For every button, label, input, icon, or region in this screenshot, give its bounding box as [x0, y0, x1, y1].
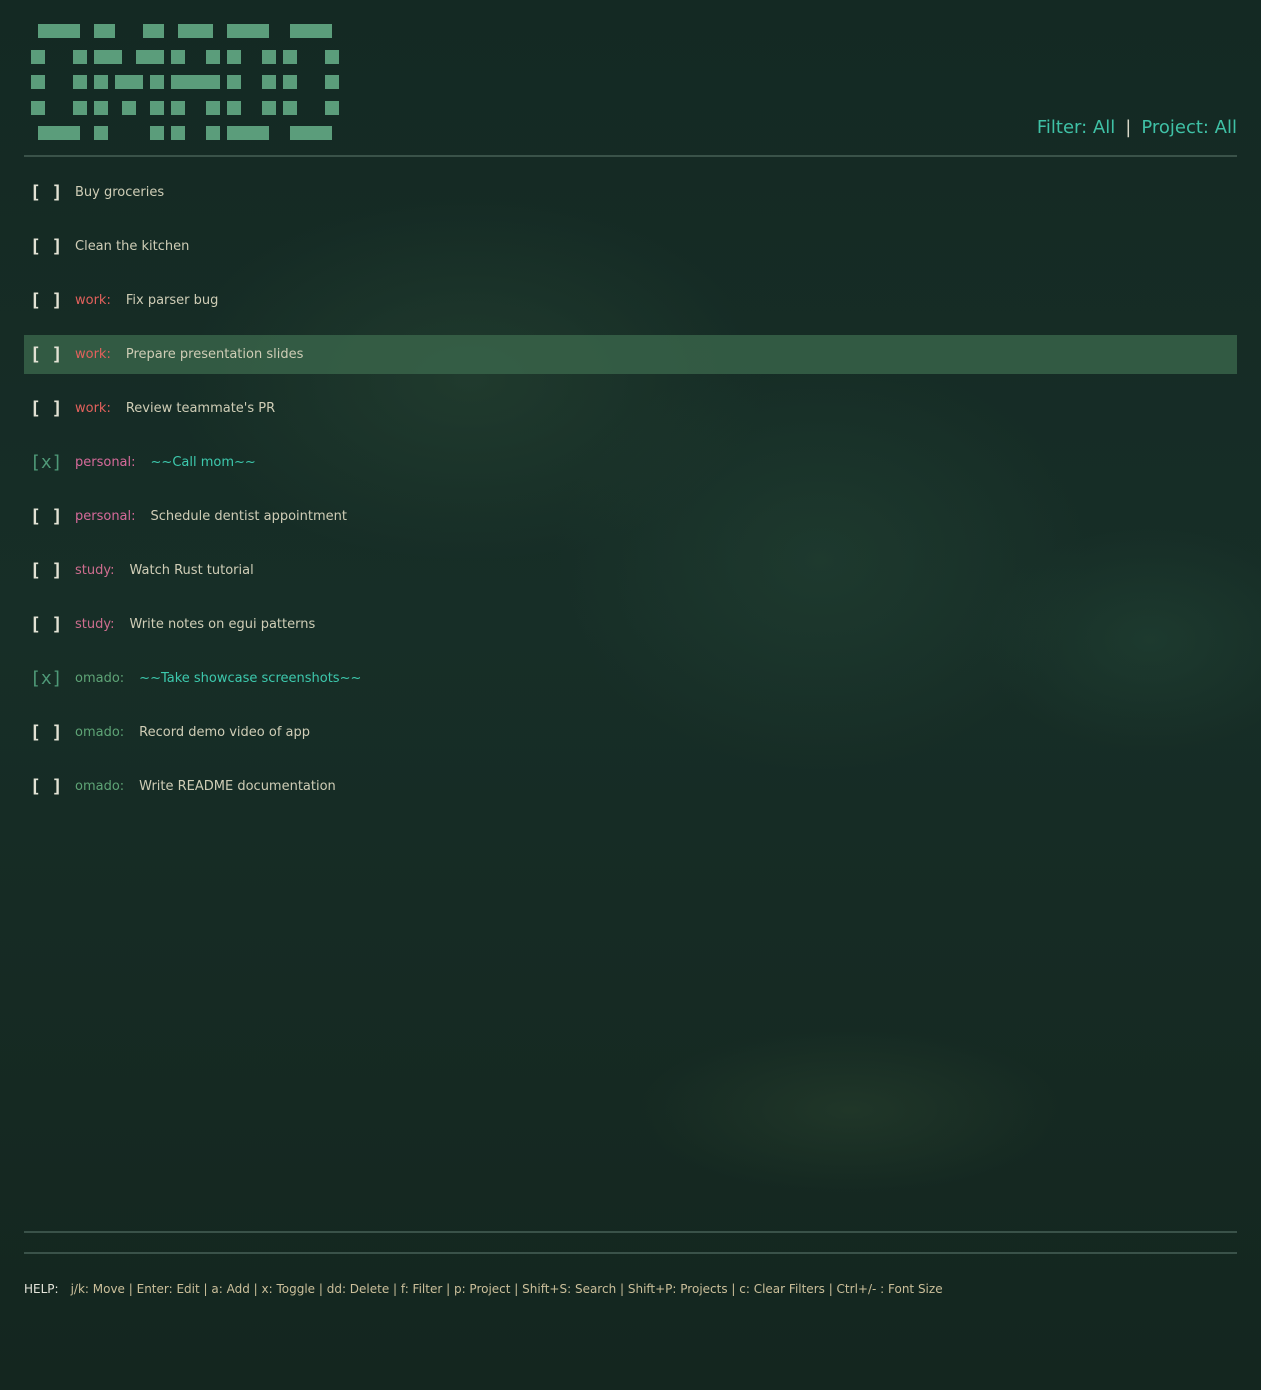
task-row[interactable]: [ ] omado: Record demo video of app	[24, 713, 1237, 752]
footer-divider-bottom	[24, 1252, 1237, 1254]
task-checkbox[interactable]: [ ]	[24, 182, 73, 203]
task-checkbox[interactable]: [ ]	[24, 344, 73, 365]
project-indicator[interactable]: Project: All	[1141, 117, 1237, 138]
task-checkbox[interactable]: [ ]	[24, 290, 73, 311]
task-row[interactable]: [x] personal: ~~Call mom~~	[24, 443, 1237, 482]
help-bar: HELP: j/k: Move | Enter: Edit | a: Add | …	[24, 1282, 943, 1296]
task-title: Buy groceries	[75, 185, 165, 200]
task-project: work:	[75, 347, 111, 362]
task-row[interactable]: [ ] study: Watch Rust tutorial	[24, 551, 1237, 590]
task-row[interactable]: [ ] personal: Schedule dentist appointment	[24, 497, 1237, 536]
task-row[interactable]: [x] omado: ~~Take showcase screenshots~~	[24, 659, 1237, 698]
task-row[interactable]: [ ] study: Write notes on egui patterns	[24, 605, 1237, 644]
help-shortcuts: j/k: Move | Enter: Edit | a: Add | x: To…	[70, 1282, 943, 1296]
task-title: Review teammate's PR	[125, 401, 276, 416]
task-title: Schedule dentist appointment	[150, 509, 347, 524]
task-checkbox[interactable]: [ ]	[24, 722, 73, 743]
task-project: personal:	[75, 509, 136, 524]
task-row[interactable]: [ ] work: Review teammate's PR	[24, 389, 1237, 428]
task-row[interactable]: [ ] work: Prepare presentation slides	[24, 335, 1237, 374]
task-title: Prepare presentation slides	[125, 347, 304, 362]
task-title: Write README documentation	[139, 779, 336, 794]
footer-divider-top	[24, 1231, 1237, 1233]
task-project: omado:	[75, 725, 125, 740]
filter-status: Filter: All | Project: All	[1037, 117, 1237, 138]
task-title: Fix parser bug	[125, 293, 219, 308]
task-checkbox[interactable]: [ ]	[24, 776, 73, 797]
task-checkbox[interactable]: [x]	[24, 668, 73, 689]
task-checkbox[interactable]: [x]	[24, 452, 73, 473]
task-title: ~~Take showcase screenshots~~	[139, 671, 362, 686]
task-checkbox[interactable]: [ ]	[24, 614, 73, 635]
task-row[interactable]: [ ] Clean the kitchen	[24, 227, 1237, 266]
header-divider	[24, 155, 1237, 157]
task-project: personal:	[75, 455, 136, 470]
task-checkbox[interactable]: [ ]	[24, 506, 73, 527]
task-project: omado:	[75, 671, 125, 686]
task-title: Watch Rust tutorial	[129, 563, 254, 578]
task-title: ~~Call mom~~	[150, 455, 256, 470]
task-row[interactable]: [ ] Buy groceries	[24, 173, 1237, 212]
filter-separator: |	[1125, 117, 1132, 138]
task-checkbox[interactable]: [ ]	[24, 236, 73, 257]
help-label: HELP:	[24, 1282, 59, 1296]
omado-logo	[31, 24, 339, 140]
task-title: Clean the kitchen	[75, 239, 190, 254]
task-project: work:	[75, 401, 111, 416]
task-checkbox[interactable]: [ ]	[24, 560, 73, 581]
filter-indicator[interactable]: Filter: All	[1037, 117, 1115, 138]
task-row[interactable]: [ ] work: Fix parser bug	[24, 281, 1237, 320]
task-checkbox[interactable]: [ ]	[24, 398, 73, 419]
task-list: [ ] Buy groceries[ ] Clean the kitchen[ ] w…	[24, 173, 1237, 821]
task-project: omado:	[75, 779, 125, 794]
task-title: Write notes on egui patterns	[129, 617, 316, 632]
task-project: study:	[75, 563, 115, 578]
task-title: Record demo video of app	[139, 725, 310, 740]
task-row[interactable]: [ ] omado: Write README documentation	[24, 767, 1237, 806]
task-project: study:	[75, 617, 115, 632]
task-project: work:	[75, 293, 111, 308]
